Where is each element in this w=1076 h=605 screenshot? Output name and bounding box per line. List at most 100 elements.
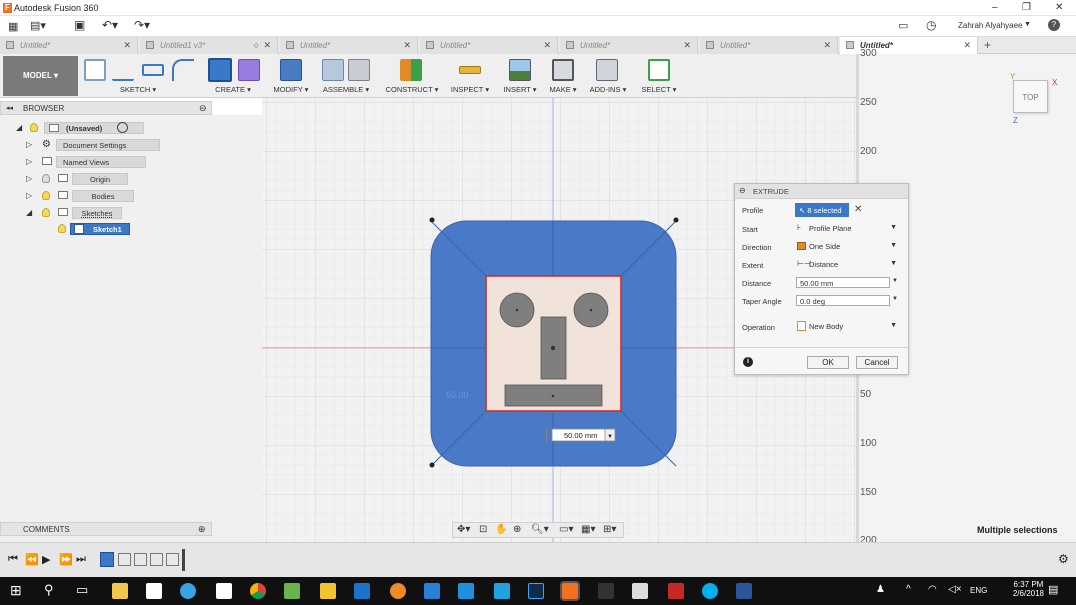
timeline-sketch-feature[interactable] bbox=[100, 552, 114, 567]
edge-icon[interactable] bbox=[180, 583, 196, 599]
joint-icon[interactable] bbox=[348, 59, 370, 81]
clear-selection-icon[interactable]: ✕ bbox=[854, 204, 862, 215]
expand-icon[interactable]: ▷ bbox=[26, 174, 32, 183]
scripts-icon[interactable] bbox=[596, 59, 618, 81]
grid-menu-icon[interactable]: ▦ bbox=[8, 20, 18, 33]
taper-chevron-icon[interactable]: ▼ bbox=[892, 296, 898, 302]
clock[interactable]: 6:37 PM 2/6/2018 bbox=[1013, 580, 1044, 598]
look-at-icon[interactable]: ⊡ bbox=[479, 524, 487, 535]
display-settings-icon[interactable]: ▭▾ bbox=[559, 524, 573, 535]
offset-plane-icon[interactable] bbox=[400, 59, 422, 81]
timeline-feature[interactable] bbox=[118, 553, 131, 566]
insert-image-icon[interactable] bbox=[509, 59, 531, 81]
timeline-feature[interactable] bbox=[166, 553, 179, 566]
inspect-group[interactable]: INSPECT ▾ bbox=[450, 56, 490, 96]
go-to-start-icon[interactable]: ⏮ bbox=[8, 553, 18, 566]
insert-group[interactable]: INSERT ▾ bbox=[500, 56, 540, 96]
undo-icon[interactable]: ↶▾ bbox=[102, 18, 118, 32]
minimize-icon[interactable]: – bbox=[992, 2, 998, 13]
form-icon[interactable] bbox=[238, 59, 260, 81]
inspect-menu-label[interactable]: INSPECT ▾ bbox=[450, 85, 490, 94]
tab-untitled-3[interactable]: Untitled* ✕ bbox=[280, 37, 418, 54]
select-menu-label[interactable]: SELECT ▾ bbox=[638, 85, 680, 94]
notifications-icon[interactable]: ▭ bbox=[898, 19, 908, 32]
app-icon[interactable] bbox=[632, 583, 648, 599]
browser-header[interactable]: ◂◂ BROWSER ⊖ bbox=[0, 101, 212, 115]
close-tab-icon[interactable]: ✕ bbox=[963, 40, 971, 51]
app-icon[interactable] bbox=[458, 583, 474, 599]
operation-dropdown[interactable]: New Body ▼ bbox=[795, 321, 899, 333]
arc-icon[interactable] bbox=[172, 59, 194, 81]
tab-untitled-5[interactable]: Untitled* ✕ bbox=[560, 37, 698, 54]
new-tab-icon[interactable]: + bbox=[984, 38, 991, 52]
app-icon[interactable] bbox=[668, 583, 684, 599]
construct-group[interactable]: CONSTRUCT ▾ bbox=[384, 56, 440, 96]
timeline-feature[interactable] bbox=[150, 553, 163, 566]
select-icon[interactable] bbox=[648, 59, 670, 81]
make-group[interactable]: MAKE ▾ bbox=[545, 56, 581, 96]
user-menu[interactable]: Zahrah Alyahyaee bbox=[958, 21, 1023, 30]
close-window-icon[interactable]: ✕ bbox=[1055, 2, 1063, 13]
timeline-feature[interactable] bbox=[134, 553, 147, 566]
step-forward-icon[interactable]: ⏩ bbox=[59, 553, 73, 566]
clock-icon[interactable]: ◷ bbox=[926, 18, 936, 32]
assemble-group[interactable]: ASSEMBLE ▾ bbox=[318, 56, 374, 96]
close-tab-icon[interactable]: ✕ bbox=[543, 40, 551, 51]
info-icon[interactable]: i bbox=[743, 357, 753, 367]
extent-dropdown[interactable]: ⊢⊣ Distance ▼ bbox=[795, 259, 899, 271]
ok-button[interactable]: OK bbox=[807, 356, 849, 369]
make-menu-label[interactable]: MAKE ▾ bbox=[545, 85, 581, 94]
app-icon[interactable] bbox=[598, 583, 614, 599]
distance-chevron-icon[interactable]: ▼ bbox=[892, 278, 898, 284]
line-icon[interactable] bbox=[112, 59, 134, 81]
taper-angle-input[interactable]: 0.0 deg bbox=[796, 295, 890, 306]
grid-settings-icon[interactable]: ▦▾ bbox=[581, 524, 595, 535]
distance-input[interactable]: 50.00 mm bbox=[796, 277, 890, 288]
tab-untitled-1[interactable]: Untitled* ✕ bbox=[0, 37, 138, 54]
visibility-bulb-icon[interactable] bbox=[42, 191, 50, 200]
profile-selection[interactable]: ↖ 8 selected bbox=[795, 203, 849, 217]
close-tab-icon[interactable]: ✕ bbox=[403, 40, 411, 51]
pin-icon[interactable]: ⊖ bbox=[199, 103, 207, 114]
extrude-dialog-header[interactable]: ⊖ EXTRUDE bbox=[735, 184, 908, 199]
create-group[interactable]: CREATE ▾ bbox=[204, 56, 262, 96]
chrome-icon[interactable] bbox=[250, 583, 266, 599]
blender-icon[interactable] bbox=[390, 583, 406, 599]
modify-group[interactable]: MODIFY ▾ bbox=[270, 56, 312, 96]
user-chevron-icon[interactable]: ▼ bbox=[1024, 21, 1031, 28]
app-icon[interactable] bbox=[424, 583, 440, 599]
collapse-dialog-icon[interactable]: ⊖ bbox=[739, 186, 746, 195]
select-group[interactable]: SELECT ▾ bbox=[638, 56, 680, 96]
zoom-icon[interactable]: ⊕ bbox=[513, 524, 521, 535]
redo-icon[interactable]: ↷▾ bbox=[134, 18, 150, 32]
people-icon[interactable]: ♟ bbox=[876, 584, 885, 595]
comments-panel[interactable]: COMMENTS ⊕ bbox=[0, 522, 212, 536]
app-icon[interactable] bbox=[494, 583, 510, 599]
sketch-point[interactable] bbox=[429, 462, 435, 468]
wifi-icon[interactable]: ◠ bbox=[928, 584, 937, 595]
skype-icon[interactable] bbox=[702, 583, 718, 599]
pan-icon[interactable]: ✋ bbox=[495, 524, 507, 535]
fusion-taskbar-icon[interactable] bbox=[560, 581, 580, 601]
orbit-icon[interactable]: ✥▾ bbox=[457, 524, 470, 535]
create-sketch-icon[interactable] bbox=[84, 59, 106, 81]
expand-icon[interactable]: ▷ bbox=[26, 140, 32, 149]
close-tab-icon[interactable]: ✕ bbox=[263, 40, 271, 51]
sketch-point[interactable] bbox=[673, 217, 679, 223]
close-tab-icon[interactable]: ✕ bbox=[683, 40, 691, 51]
3d-print-icon[interactable] bbox=[552, 59, 574, 81]
file-menu-icon[interactable]: ▤▾ bbox=[30, 19, 46, 32]
expand-icon[interactable]: ▷ bbox=[26, 157, 32, 166]
search-icon[interactable]: ⚲ bbox=[44, 582, 54, 598]
construct-menu-label[interactable]: CONSTRUCT ▾ bbox=[384, 85, 440, 94]
rectangle-icon[interactable] bbox=[142, 64, 164, 76]
photoshop-icon[interactable] bbox=[528, 583, 544, 599]
file-explorer-icon[interactable] bbox=[112, 583, 128, 599]
maximize-icon[interactable]: ❐ bbox=[1022, 2, 1031, 13]
sketch-group[interactable]: SKETCH ▾ bbox=[82, 56, 194, 96]
cancel-button[interactable]: Cancel bbox=[856, 356, 898, 369]
visibility-bulb-icon[interactable] bbox=[30, 123, 38, 132]
close-tab-icon[interactable]: ✕ bbox=[823, 40, 831, 51]
distance-manipulator-value[interactable]: 50.00 mm bbox=[564, 431, 597, 440]
language-indicator[interactable]: ENG bbox=[970, 586, 987, 595]
